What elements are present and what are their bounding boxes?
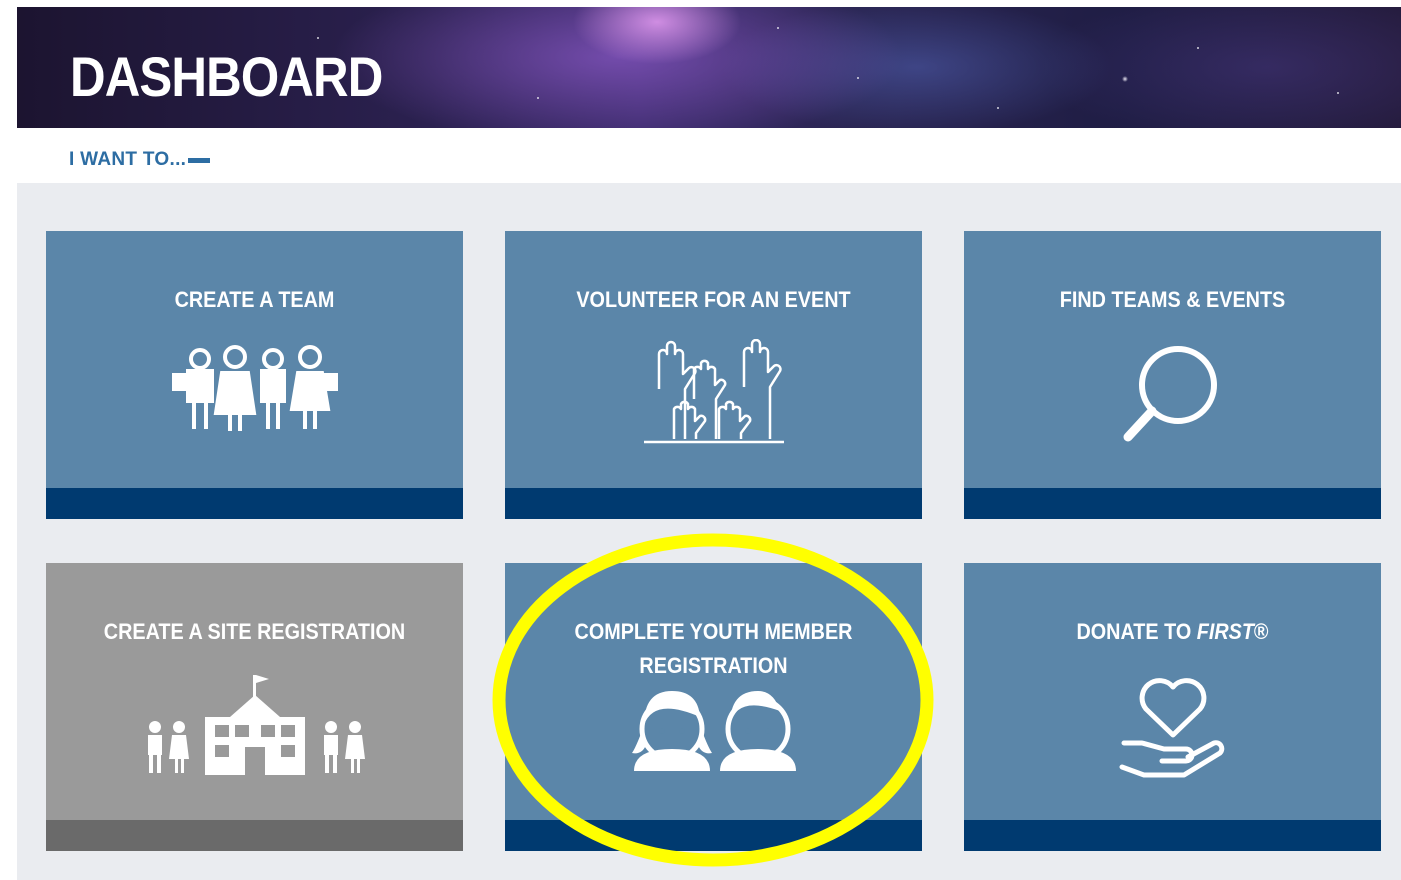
create-team-tile[interactable]: CREATE A TEAM bbox=[46, 231, 463, 519]
i-want-to-toggle[interactable]: I WANT TO... bbox=[69, 148, 211, 172]
tile-label: CREATE A SITE REGISTRATION bbox=[103, 619, 406, 644]
tile-footer-bar bbox=[46, 488, 463, 519]
magnifier-icon bbox=[964, 343, 1381, 448]
heart-in-hand-icon bbox=[964, 673, 1381, 783]
tile-label-suffix: ® bbox=[1253, 619, 1269, 644]
complete-youth-registration-tile[interactable]: COMPLETE YOUTH MEMBER REGISTRATION bbox=[505, 563, 922, 851]
tile-label-line2: REGISTRATION bbox=[639, 653, 788, 678]
youth-faces-icon bbox=[505, 691, 922, 778]
tile-footer-bar bbox=[964, 488, 1381, 519]
create-site-registration-tile[interactable]: CREATE A SITE REGISTRATION bbox=[46, 563, 463, 851]
tile-label: CREATE A TEAM bbox=[174, 287, 335, 312]
school-building-icon bbox=[46, 667, 463, 782]
donate-tile[interactable]: DONATE TO FIRST® bbox=[964, 563, 1381, 851]
raised-hands-icon bbox=[505, 339, 922, 449]
section-label: I WANT TO... bbox=[69, 149, 187, 170]
tile-label-line1: COMPLETE YOUTH MEMBER bbox=[574, 619, 853, 644]
tile-footer-bar bbox=[964, 820, 1381, 851]
page-title: DASHBOARD bbox=[70, 45, 383, 108]
tile-label-brand: FIRST bbox=[1196, 619, 1254, 644]
team-group-icon bbox=[46, 341, 463, 446]
tile-footer-bar bbox=[505, 488, 922, 519]
find-teams-events-tile[interactable]: FIND TEAMS & EVENTS bbox=[964, 231, 1381, 519]
collapse-dash-icon[interactable] bbox=[188, 157, 211, 163]
volunteer-event-tile[interactable]: VOLUNTEER FOR AN EVENT bbox=[505, 231, 922, 519]
tile-footer-bar bbox=[46, 820, 463, 851]
tile-footer-bar bbox=[505, 820, 922, 851]
tile-label: FIND TEAMS & EVENTS bbox=[1059, 287, 1286, 312]
dashboard-banner: DASHBOARD bbox=[17, 7, 1401, 128]
tile-label: COMPLETE YOUTH MEMBER REGISTRATION bbox=[526, 615, 901, 683]
tile-label-prefix: DONATE TO bbox=[1076, 619, 1197, 644]
tile-label: DONATE TO FIRST® bbox=[985, 615, 1360, 649]
actions-panel: CREATE A TEAM VOLUNTEER FOR AN EVENT FIN… bbox=[17, 183, 1401, 880]
tile-label: VOLUNTEER FOR AN EVENT bbox=[576, 287, 851, 312]
